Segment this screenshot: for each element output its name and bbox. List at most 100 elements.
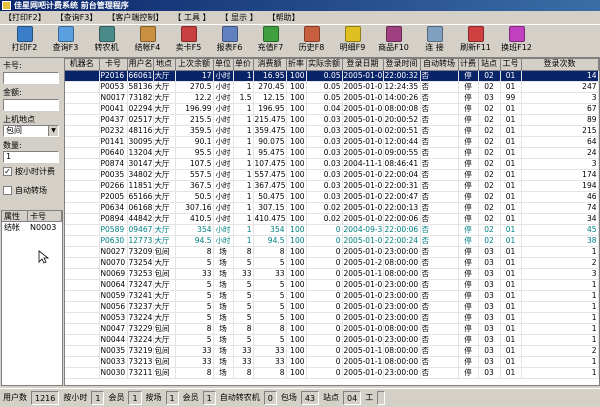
table-row[interactable]: N0059 73241 大厅 5 场 5 5 100 0 2005-01-06 23:00:00 否停… bbox=[65, 290, 599, 302]
hourly-checkbox-box[interactable]: ✓ bbox=[3, 167, 12, 176]
table-row[interactable]: P2005 65166 大厅 50.5 小时 1 50.475 100 0.03 2005-01-… bbox=[65, 191, 599, 203]
table-row[interactable]: P0437 02517 大厅 215.5 小时 1 215.475 100 0.03 2005-0… bbox=[65, 114, 599, 126]
toolbar-button-9[interactable]: 商品F10 bbox=[373, 25, 414, 58]
grid-column-header[interactable]: 工号 bbox=[500, 59, 522, 71]
table-row[interactable]: P0041 02294 大厅 196.99 小时 1 196.95 100 0.04 2005-0… bbox=[65, 103, 599, 115]
table-row[interactable]: P0266 11851 大厅 367.5 小时 1 367.475 100 0.03 2005-0… bbox=[65, 180, 599, 192]
table-cell bbox=[65, 356, 100, 368]
toolbar-button-11[interactable]: 刷新F11 bbox=[455, 25, 496, 58]
table-row[interactable]: N0030 73211 包间 8 场 8 8 100 0 2005-01-07 23:00:00 否停… bbox=[65, 367, 599, 379]
hourly-checkbox[interactable]: ✓ 按小时计费 bbox=[3, 166, 55, 177]
table-row[interactable]: P2016 66061 大厅 17 小时 1 16.95 100 0.05 2005-01-08 2… bbox=[65, 70, 599, 82]
table-cell: 270.45 bbox=[253, 81, 287, 93]
qty-label: 数量: bbox=[3, 141, 22, 150]
auto-transfer-checkbox-box[interactable] bbox=[3, 186, 12, 195]
table-cell: 否 bbox=[420, 312, 459, 324]
table-row[interactable]: N0064 73247 大厅 5 场 5 5 100 0 2005-01-08 23:00:00 否停… bbox=[65, 279, 599, 291]
grid-column-header[interactable]: 站点 bbox=[478, 59, 501, 71]
table-cell: 大厅 bbox=[153, 235, 176, 247]
table-row[interactable]: P0630 12773 大厅 94.5 小时 1 94.5 100 0 2005-01-07 22:… bbox=[65, 235, 599, 247]
table-cell: 否 bbox=[420, 334, 459, 346]
grid-column-header[interactable]: 折率 bbox=[286, 59, 307, 71]
toolbar-button-1[interactable]: 查询F3 bbox=[45, 25, 86, 58]
table-cell: 01 bbox=[500, 125, 522, 137]
auto-transfer-checkbox[interactable]: 自动转场 bbox=[3, 185, 47, 196]
amount-input[interactable] bbox=[3, 99, 59, 111]
toolbar-button-6[interactable]: 充值F7 bbox=[250, 25, 291, 58]
table-cell: 100 bbox=[286, 92, 307, 104]
table-cell: 0 bbox=[306, 312, 343, 324]
menu-item-4[interactable]: 【 显示 】 bbox=[221, 11, 258, 24]
table-row[interactable]: P0894 44842 大厅 410.5 小时 1 410.475 100 0.02 2005-0… bbox=[65, 213, 599, 225]
toolbar-button-12[interactable]: 换班F12 bbox=[496, 25, 537, 58]
menu-item-5[interactable]: 【帮助】 bbox=[268, 11, 300, 24]
attribute-header-card[interactable]: 卡号 bbox=[28, 211, 62, 221]
table-cell bbox=[65, 301, 100, 313]
table-row[interactable]: N0053 73224 大厅 5 场 5 5 100 0 2005-01-09 23:00:00 否停… bbox=[65, 312, 599, 324]
table-row[interactable]: P0035 34802 大厅 557.5 小时 1 557.475 100 0.03 2005-0… bbox=[65, 169, 599, 181]
chevron-down-icon[interactable]: ▼ bbox=[48, 126, 58, 136]
table-cell: 否 bbox=[420, 125, 459, 137]
grid-column-header[interactable]: 机器名 bbox=[65, 59, 100, 71]
status-label: 自动转农机 bbox=[219, 393, 260, 402]
grid-column-header[interactable]: 上次余额 bbox=[175, 59, 214, 71]
grid-column-header[interactable]: 地点 bbox=[153, 59, 176, 71]
toolbar-button-7[interactable]: 历史F8 bbox=[291, 25, 332, 58]
table-cell: 0.03 bbox=[306, 147, 343, 159]
table-row[interactable]: N0056 73237 大厅 5 场 5 5 100 0 2005-01-08 23:00:00 否停… bbox=[65, 301, 599, 313]
grid-column-header[interactable]: 自动转场 bbox=[420, 59, 459, 71]
grid-column-header[interactable]: 登录时间 bbox=[383, 59, 421, 71]
grid-column-header[interactable]: 计费 bbox=[458, 59, 479, 71]
table-cell: 否 bbox=[420, 213, 459, 225]
qty-input[interactable]: 1 bbox=[3, 151, 59, 163]
attribute-row[interactable]: 结帐 N0003 bbox=[2, 222, 62, 233]
table-cell: 大厅 bbox=[153, 147, 176, 159]
table-cell: 1 bbox=[233, 202, 254, 214]
toolbar-button-4[interactable]: 卖卡F5 bbox=[168, 25, 209, 58]
attribute-header-property[interactable]: 属性 bbox=[2, 211, 28, 221]
grid-column-header[interactable]: 实际余额 bbox=[306, 59, 343, 71]
toolbar-button-2[interactable]: 转农机 bbox=[86, 25, 127, 58]
toolbar-button-10[interactable]: 连 接 bbox=[414, 25, 455, 58]
menu-item-3[interactable]: 【 工具 】 bbox=[173, 11, 210, 24]
toolbar-button-3[interactable]: 结帐F4 bbox=[127, 25, 168, 58]
table-row[interactable]: N0069 73253 包间 33 场 33 33 100 0 2005-01-18 08:00:0… bbox=[65, 268, 599, 280]
card-input[interactable] bbox=[3, 72, 59, 84]
toolbar-button-0[interactable]: 打印F2 bbox=[4, 25, 45, 58]
table-row[interactable]: N0027 73209 包间 8 场 8 8 100 0 2005-01-07 23:00:00 否停… bbox=[65, 246, 599, 258]
grid-column-header[interactable]: 登录次数 bbox=[521, 59, 599, 71]
table-row[interactable]: N0044 73224 大厅 5 场 5 5 100 0 2005-01-06 23:00:00 否停… bbox=[65, 334, 599, 346]
toolbar-button-8[interactable]: 明细F9 bbox=[332, 25, 373, 58]
table-row[interactable]: P0589 09467 大厅 354 小时 1 354 100 0 2004-09-30 22:00… bbox=[65, 224, 599, 236]
toolbar-button-5[interactable]: 报表F6 bbox=[209, 25, 250, 58]
table-cell: 03 bbox=[478, 367, 501, 379]
table-cell: 大厅 bbox=[153, 213, 176, 225]
table-row[interactable]: P0232 48116 大厅 359.5 小时 1 359.475 100 0.03 2005-0… bbox=[65, 125, 599, 137]
table-row[interactable]: P0634 06168 大厅 307.16 小时 1 307.15 100 0.02 2005-0… bbox=[65, 202, 599, 214]
menu-item-2[interactable]: 【客户端控制】 bbox=[107, 11, 163, 24]
grid-column-header[interactable]: 卡号 bbox=[99, 59, 128, 71]
menu-item-1[interactable]: 【查询F3】 bbox=[56, 11, 98, 24]
table-cell: 5 bbox=[175, 290, 214, 302]
grid-column-header[interactable]: 单价 bbox=[233, 59, 254, 71]
table-cell: 410.475 bbox=[253, 213, 287, 225]
grid-column-header[interactable]: 登录日期 bbox=[342, 59, 384, 71]
table-row[interactable]: N0070 73254 大厅 5 场 5 5 100 0 2005-01-27 08:00:00 否停… bbox=[65, 257, 599, 269]
table-cell: N0070 bbox=[99, 257, 128, 269]
menu-item-0[interactable]: 【打印F2】 bbox=[4, 11, 46, 24]
table-row[interactable]: P0141 30095 大厅 90.1 小时 1 90.075 100 0.03 2005-01-… bbox=[65, 136, 599, 148]
table-row[interactable]: P0640 13204 大厅 95.5 小时 1 95.475 100 0.03 2005-01-… bbox=[65, 147, 599, 159]
table-row[interactable]: P0053 58136 大厅 270.5 小时 1 270.45 100 0.05 2005-01… bbox=[65, 81, 599, 93]
grid-column-header[interactable]: 单位 bbox=[213, 59, 234, 71]
table-row[interactable]: N0033 73213 包间 33 场 33 33 100 0 2005-01-17 08:00:0… bbox=[65, 356, 599, 368]
grid-column-header[interactable]: 消费额 bbox=[253, 59, 287, 71]
bulb-icon bbox=[344, 26, 361, 42]
table-row[interactable]: P0874 30147 大厅 107.5 小时 1 107.475 100 0.03 2004-1… bbox=[65, 158, 599, 170]
grid-column-header[interactable]: 用户名 bbox=[127, 59, 154, 71]
location-select[interactable]: 包间 ▼ bbox=[3, 125, 59, 137]
table-row[interactable]: N0035 73219 包间 33 场 33 33 100 0 2005-01-17 08:00:0… bbox=[65, 345, 599, 357]
table-row[interactable]: N0017 73182 大厅 12.2 小时 1.5 12.15 100 0.05 2005-01… bbox=[65, 92, 599, 104]
table-cell: 2005-01-07 bbox=[342, 235, 384, 247]
table-row[interactable]: N0047 73229 包间 8 场 8 8 100 0 2005-01-08 08:00:00 否停… bbox=[65, 323, 599, 335]
table-cell: 大厅 bbox=[153, 224, 176, 236]
